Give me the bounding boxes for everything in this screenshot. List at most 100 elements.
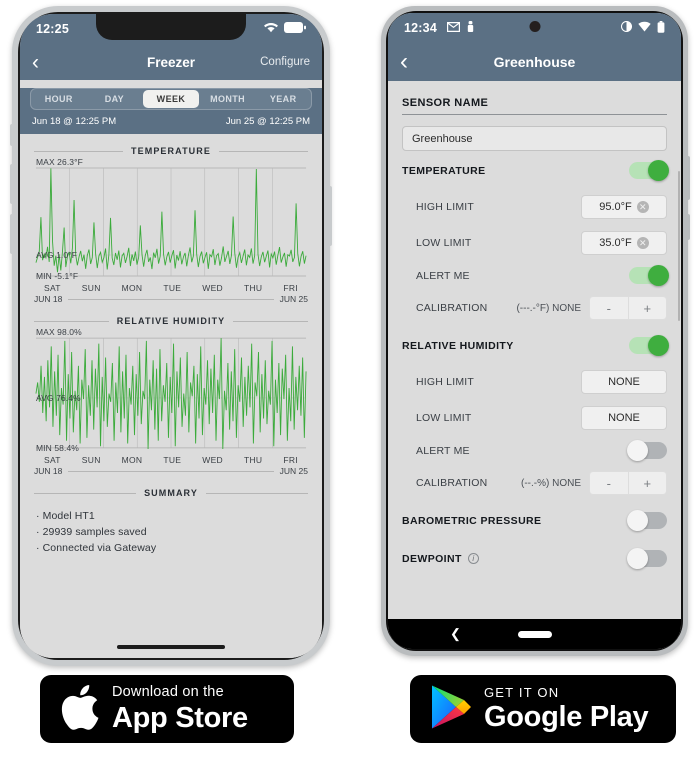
temperature-calibration-stepper[interactable]: - + [589, 296, 667, 320]
temperature-low-limit-row: LOW LIMIT 35.0°F ✕ [402, 225, 667, 261]
battery-icon [284, 22, 306, 36]
power-button[interactable] [686, 214, 690, 240]
temperature-section-title: TEMPERATURE [131, 146, 211, 156]
volume-button[interactable] [686, 156, 690, 200]
android-screen: 12:34 ‹ Greenhouse SENSOR NAME Greenhous… [388, 13, 681, 649]
temperature-calibration-value: (---.-°F) NONE [516, 302, 581, 314]
temperature-toggle[interactable] [629, 160, 669, 181]
divider [34, 150, 124, 152]
humidity-group-label: RELATIVE HUMIDITY [402, 339, 514, 352]
calibration-plus-button[interactable]: + [629, 472, 667, 494]
home-pill-icon[interactable] [517, 630, 552, 638]
info-icon[interactable]: i [467, 553, 479, 564]
sensor-name-input[interactable]: Greenhouse [402, 126, 667, 151]
dewpoint-row: DEWPOINT i [402, 539, 667, 577]
mute-switch[interactable] [10, 124, 14, 146]
temperature-group-label: TEMPERATURE [402, 164, 486, 177]
volume-up-button[interactable] [10, 164, 14, 204]
segment-day[interactable]: DAY [87, 89, 143, 109]
range-end-label: JUN 25 [279, 466, 308, 476]
temperature-avg-label: AVG 1.0°F [36, 250, 77, 261]
date-range-row: Jun 18 @ 12:25 PM Jun 25 @ 12:25 PM [20, 110, 322, 134]
low-limit-label: LOW LIMIT [416, 237, 472, 249]
divider [218, 150, 308, 152]
temperature-chart[interactable]: MAX 26.3°F AVG 1.0°F MIN -5.1°F [30, 157, 312, 282]
apple-logo-icon [60, 683, 100, 736]
temperature-min-label: MIN -5.1°F [36, 271, 79, 281]
barometric-pressure-toggle[interactable] [627, 510, 667, 531]
power-button[interactable] [328, 186, 332, 246]
segment-week[interactable]: WEEK [143, 90, 199, 108]
wifi-icon [638, 21, 651, 35]
temperature-chart-plot [34, 167, 308, 277]
toggle-knob [648, 335, 669, 356]
summary-section-header: SUMMARY [30, 476, 312, 504]
calibration-minus-button[interactable]: - [590, 472, 629, 494]
list-item: · Model HT1 [36, 510, 95, 522]
wifi-icon [264, 22, 278, 36]
temperature-alert-toggle[interactable] [629, 265, 669, 286]
do-not-disturb-icon [620, 20, 633, 35]
dewpoint-toggle[interactable] [627, 548, 667, 569]
configure-button[interactable]: Configure [260, 56, 310, 68]
humidity-max-label: MAX 98.0% [36, 327, 82, 337]
status-time: 12:34 [404, 21, 437, 35]
home-indicator[interactable] [117, 645, 225, 649]
back-chevron-icon[interactable]: ‹ [400, 50, 422, 74]
divider [205, 492, 308, 494]
scrollbar[interactable] [678, 171, 680, 321]
humidity-alert-toggle[interactable] [627, 440, 667, 461]
calibration-plus-button[interactable]: + [629, 297, 667, 319]
humidity-high-limit-field[interactable]: NONE [581, 370, 667, 394]
volume-down-button[interactable] [10, 214, 14, 254]
calibration-label: CALIBRATION [416, 302, 488, 314]
google-play-badge[interactable]: GET IT ON Google Play [410, 675, 676, 743]
segment-year[interactable]: YEAR [255, 89, 311, 109]
date-range-start: Jun 18 @ 12:25 PM [32, 116, 117, 127]
toggle-knob [627, 510, 648, 531]
low-limit-label: LOW LIMIT [416, 412, 472, 424]
humidity-section-title: RELATIVE HUMIDITY [116, 316, 226, 326]
high-limit-value: 95.0°F [599, 201, 632, 213]
humidity-low-limit-field[interactable]: NONE [581, 406, 667, 430]
temperature-low-limit-field[interactable]: 35.0°F ✕ [581, 231, 667, 255]
alert-me-label: ALERT ME [416, 269, 470, 282]
humidity-calibration-stepper[interactable]: - + [589, 471, 667, 495]
sensor-name-label: SENSOR NAME [402, 81, 667, 115]
android-device-frame: 12:34 ‹ Greenhouse SENSOR NAME Greenhous… [381, 6, 690, 656]
axis-tick-label: WED [202, 283, 223, 293]
back-chevron-icon[interactable]: ‹ [32, 52, 54, 73]
android-nav-bar: ‹ Greenhouse [388, 43, 681, 81]
axis-tick-label: SAT [44, 455, 61, 465]
toggle-knob [627, 548, 648, 569]
humidity-calibration-value: (--.-%) NONE [521, 477, 581, 489]
clear-x-icon[interactable]: ✕ [636, 237, 649, 249]
system-back-icon[interactable]: ❮ [450, 626, 461, 642]
divider [34, 492, 137, 494]
app-store-badge[interactable]: Download on the App Store [40, 675, 294, 743]
divider [233, 320, 309, 322]
high-limit-label: HIGH LIMIT [416, 201, 475, 213]
humidity-chart[interactable]: MAX 98.0% AVG 76.4% MIN 58.4% [30, 327, 312, 454]
segment-month[interactable]: MONTH [200, 89, 256, 109]
clear-x-icon[interactable]: ✕ [636, 201, 649, 213]
google-play-badge-line2: Google Play [484, 701, 649, 733]
segment-hour[interactable]: HOUR [31, 89, 87, 109]
google-play-icon [430, 684, 472, 735]
app-store-badge-line2: App Store [112, 701, 248, 734]
range-start-label: JUN 18 [34, 466, 63, 476]
humidity-toggle[interactable] [629, 335, 669, 356]
iphone-device-frame: 12:25 ‹ Freezer Configure HOUR DAY WEEK … [10, 6, 332, 666]
list-item: · Connected via Gateway [36, 542, 157, 554]
humidity-calibration-row: CALIBRATION (--.-%) NONE - + [402, 465, 667, 501]
summary-list: · Model HT1 · 29939 samples saved · Conn… [30, 504, 312, 556]
time-range-segmented-control[interactable]: HOUR DAY WEEK MONTH YEAR [30, 88, 312, 110]
axis-tick-label: THU [243, 455, 263, 465]
notification-icon [467, 21, 474, 35]
range-start-label: JUN 18 [34, 294, 63, 304]
range-end-label: JUN 25 [279, 294, 308, 304]
calibration-label: CALIBRATION [416, 477, 488, 489]
axis-tick-label: TUE [163, 283, 182, 293]
calibration-minus-button[interactable]: - [590, 297, 629, 319]
temperature-high-limit-field[interactable]: 95.0°F ✕ [581, 195, 667, 219]
